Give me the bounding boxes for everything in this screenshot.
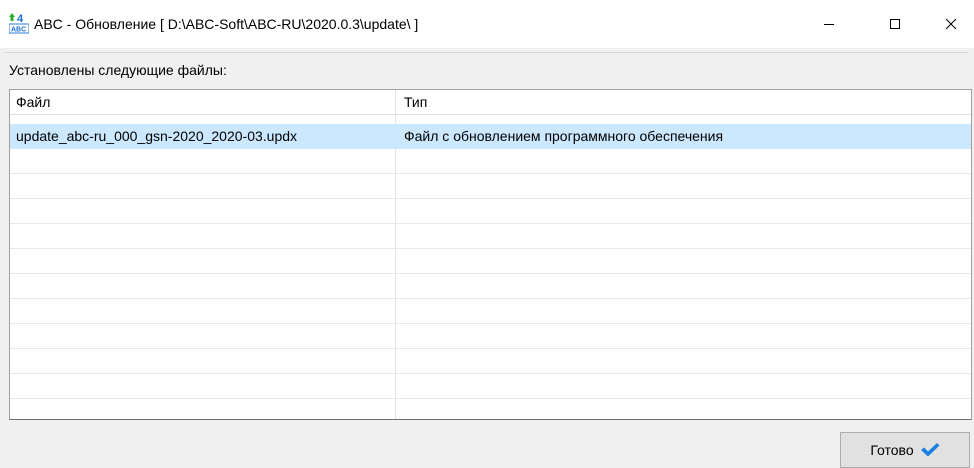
file-type-cell: Файл с обновлением программного обеспече…	[404, 128, 724, 144]
empty-row	[10, 224, 971, 249]
done-button-label: Готово	[870, 442, 914, 458]
minimize-icon	[824, 24, 834, 25]
empty-row	[10, 149, 971, 174]
empty-row	[10, 374, 971, 399]
header-panel: Установлены следующие файлы:	[5, 52, 969, 89]
minimize-button[interactable]	[806, 0, 852, 48]
installed-files-label: Установлены следующие файлы:	[9, 62, 227, 78]
empty-row	[10, 399, 971, 419]
app-icon-digit: 4	[17, 13, 24, 25]
maximize-button[interactable]	[872, 0, 918, 48]
close-button[interactable]	[928, 0, 974, 48]
empty-row	[10, 274, 971, 299]
empty-row	[10, 199, 971, 224]
file-name-cell: update_abc-ru_000_gsn-2020_2020-03.updx	[16, 128, 298, 144]
app-icon-label: ABC	[11, 27, 26, 34]
checkmark-icon	[920, 443, 940, 457]
column-header-type[interactable]: Тип	[404, 90, 964, 114]
files-grid[interactable]: Файл Тип update_abc-ru_000_gsn-2020_2020…	[9, 89, 972, 420]
title-bar[interactable]: 4 ABC ABC - Обновление [ D:\ABC-Soft\ABC…	[0, 0, 974, 48]
close-icon	[945, 18, 957, 30]
update-window: 4 ABC ABC - Обновление [ D:\ABC-Soft\ABC…	[0, 0, 974, 468]
grid-header-row: Файл Тип	[10, 90, 971, 115]
table-row[interactable]: update_abc-ru_000_gsn-2020_2020-03.updx …	[10, 124, 971, 149]
column-header-file[interactable]: Файл	[16, 90, 394, 114]
empty-row	[10, 299, 971, 324]
maximize-icon	[890, 19, 900, 29]
done-button[interactable]: Готово	[840, 432, 970, 468]
abc-app-icon: 4 ABC	[9, 13, 29, 34]
empty-row	[10, 174, 971, 199]
empty-row	[10, 324, 971, 349]
window-title: ABC - Обновление [ D:\ABC-Soft\ABC-RU\20…	[34, 16, 419, 32]
empty-row	[10, 249, 971, 274]
empty-row	[10, 349, 971, 374]
